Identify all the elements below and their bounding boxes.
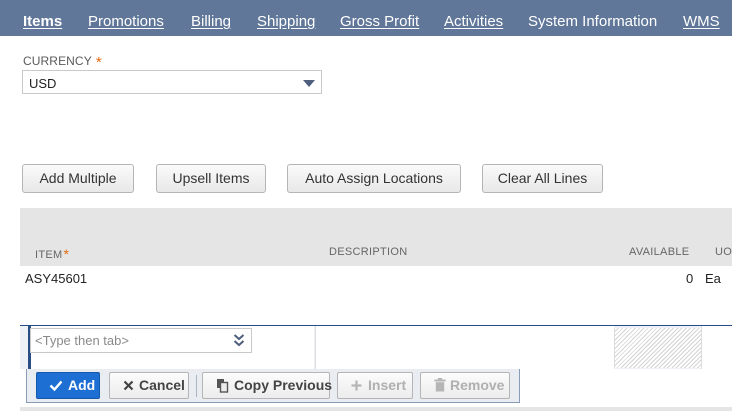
row-available: 0 bbox=[686, 271, 694, 286]
column-header-available[interactable]: AVAILABLE bbox=[629, 246, 689, 258]
cancel-label: Cancel bbox=[139, 377, 185, 393]
sublist-header: ITEM* DESCRIPTION AVAILABLE UO bbox=[20, 208, 732, 266]
currency-value: USD bbox=[29, 76, 57, 91]
add-button[interactable]: Add bbox=[36, 372, 100, 399]
currency-label: CURRENCY * bbox=[23, 54, 102, 71]
item-input[interactable] bbox=[35, 332, 220, 349]
tab-items[interactable]: Items bbox=[23, 0, 62, 36]
subtab-bar: Items Promotions Billing Shipping Gross … bbox=[0, 0, 732, 36]
upsell-items-button[interactable]: Upsell Items bbox=[156, 164, 266, 193]
tab-label: Items bbox=[23, 13, 63, 30]
sublist-bottom-border bbox=[20, 407, 732, 411]
add-multiple-button[interactable]: Add Multiple bbox=[22, 164, 134, 193]
tab-label: Promotions bbox=[88, 13, 164, 30]
auto-assign-locations-button[interactable]: Auto Assign Locations bbox=[287, 164, 461, 193]
x-icon bbox=[123, 380, 134, 391]
copy-previous-label: Copy Previous bbox=[234, 377, 333, 393]
caret-down-icon bbox=[303, 80, 315, 87]
tab-system-information[interactable]: System Information bbox=[528, 0, 657, 36]
column-header-uom[interactable]: UO bbox=[715, 246, 732, 258]
edit-uom-cell[interactable] bbox=[701, 326, 732, 369]
toolbar-separator bbox=[196, 375, 197, 397]
add-label: Add bbox=[68, 377, 96, 393]
currency-select[interactable]: USD bbox=[22, 70, 322, 94]
column-header-label: ITEM bbox=[35, 249, 63, 261]
tab-billing[interactable]: Billing bbox=[191, 0, 231, 36]
cancel-button[interactable]: Cancel bbox=[109, 372, 189, 399]
tab-activities[interactable]: Activities bbox=[444, 0, 503, 36]
column-header-description[interactable]: DESCRIPTION bbox=[329, 246, 407, 258]
tab-promotions[interactable]: Promotions bbox=[88, 0, 164, 36]
tab-label: Billing bbox=[191, 13, 232, 30]
tab-label: Gross Profit bbox=[340, 13, 420, 30]
item-input-wrapper bbox=[30, 328, 252, 353]
edit-available-cell bbox=[614, 328, 701, 368]
currency-label-text: CURRENCY bbox=[23, 54, 92, 68]
edit-description-cell[interactable] bbox=[315, 326, 614, 369]
tab-wms[interactable]: WMS bbox=[683, 0, 720, 36]
tab-label: Shipping bbox=[257, 13, 316, 30]
copy-previous-button[interactable]: Copy Previous bbox=[202, 372, 333, 399]
clear-all-lines-button[interactable]: Clear All Lines bbox=[482, 164, 603, 193]
trash-icon bbox=[434, 378, 446, 392]
column-header-item[interactable]: ITEM* bbox=[35, 246, 69, 262]
insert-button[interactable]: Insert bbox=[337, 372, 413, 399]
required-mark: * bbox=[95, 54, 102, 71]
tab-label: WMS bbox=[683, 13, 720, 30]
plus-icon bbox=[351, 380, 362, 391]
copy-icon bbox=[217, 379, 229, 393]
remove-button[interactable]: Remove bbox=[420, 372, 510, 399]
row-uom: Ea bbox=[705, 271, 721, 286]
tab-shipping[interactable]: Shipping bbox=[257, 0, 315, 36]
required-mark: * bbox=[63, 246, 70, 262]
remove-label: Remove bbox=[450, 377, 505, 393]
check-icon bbox=[49, 380, 63, 391]
row-item[interactable]: ASY45601 bbox=[25, 271, 87, 286]
double-chevron-down-icon[interactable] bbox=[233, 332, 245, 348]
insert-label: Insert bbox=[368, 377, 407, 393]
tab-label: Activities bbox=[444, 13, 504, 30]
row-toolbar: Add Cancel Copy Previous Insert Remove bbox=[26, 369, 520, 403]
tab-label: System Information bbox=[528, 13, 658, 30]
tab-gross-profit[interactable]: Gross Profit bbox=[340, 0, 419, 36]
